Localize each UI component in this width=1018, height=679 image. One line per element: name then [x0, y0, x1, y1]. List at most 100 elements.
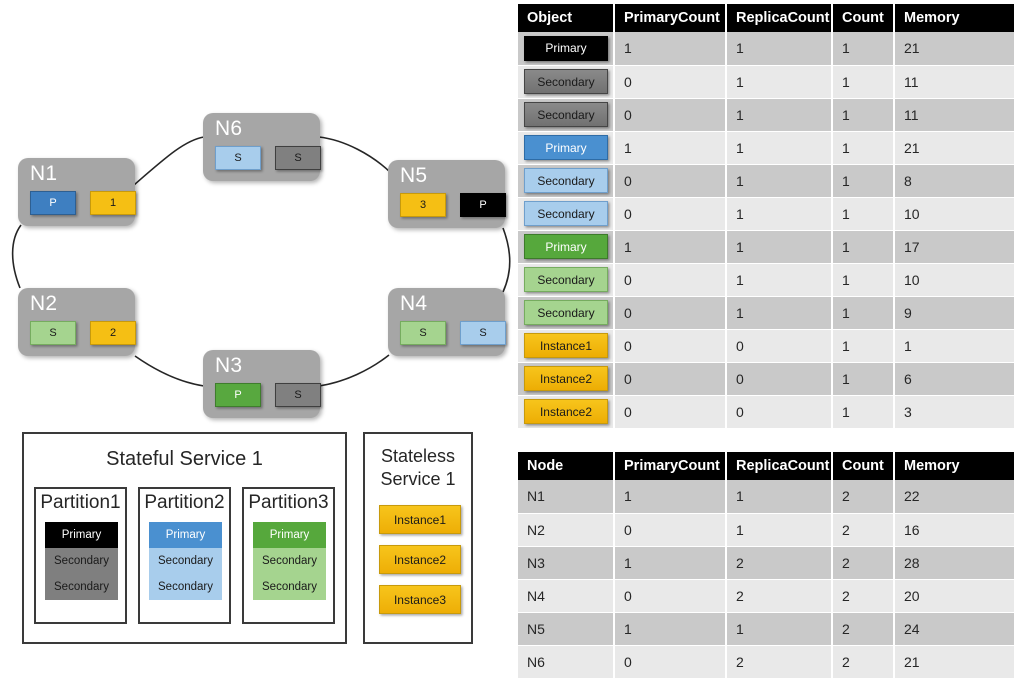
cell-primary-count: 0 [614, 164, 727, 198]
cell-object: Secondary [518, 263, 615, 297]
cell-count: 2 [832, 579, 895, 613]
object-chip[interactable]: Secondary [524, 102, 608, 127]
replica-stack: Primary Secondary Secondary [45, 522, 118, 600]
cluster-node-n6[interactable]: N6 S S [203, 113, 321, 181]
object-chip[interactable]: Secondary [524, 300, 608, 325]
ring-edge-n2-n1 [11, 224, 22, 289]
table-row[interactable]: Primary 1 1 1 21 [518, 131, 1014, 165]
table-row[interactable]: Secondary 0 1 1 11 [518, 98, 1014, 132]
cell-count: 1 [832, 98, 895, 132]
column-header-replicacount[interactable]: ReplicaCount [726, 452, 833, 480]
table-row[interactable]: Instance1 0 0 1 1 [518, 329, 1014, 363]
cell-count: 1 [832, 32, 895, 66]
column-header-replicacount[interactable]: ReplicaCount [726, 4, 833, 32]
instance-chip-1[interactable]: Instance1 [379, 505, 461, 534]
table-row[interactable]: N2 0 1 2 16 [518, 513, 1014, 547]
cell-replica-count: 1 [726, 131, 833, 165]
replica-secondary[interactable]: Secondary [45, 548, 118, 574]
object-chip[interactable]: Instance1 [524, 333, 608, 358]
replica-secondary[interactable]: Secondary [149, 574, 222, 600]
cell-object: Secondary [518, 164, 615, 198]
object-chip[interactable]: Secondary [524, 69, 608, 94]
cell-object: Secondary [518, 65, 615, 99]
node-chip[interactable]: S [215, 146, 261, 170]
object-chip[interactable]: Secondary [524, 168, 608, 193]
table-row[interactable]: Secondary 0 1 1 9 [518, 296, 1014, 330]
column-header-memory[interactable]: Memory [894, 452, 1014, 480]
node-table: Node PrimaryCount ReplicaCount Count Memory … [518, 452, 1014, 679]
replica-primary[interactable]: Primary [149, 522, 222, 548]
column-header-count[interactable]: Count [832, 4, 895, 32]
column-header-node[interactable]: Node [518, 452, 615, 480]
cell-memory: 11 [894, 98, 1014, 132]
replica-stack: Primary Secondary Secondary [149, 522, 222, 600]
cluster-node-n5[interactable]: N5 3 P [388, 160, 506, 228]
instance-chip-2[interactable]: Instance2 [379, 545, 461, 574]
column-header-primarycount[interactable]: PrimaryCount [614, 452, 727, 480]
table-row[interactable]: Secondary 0 1 1 10 [518, 197, 1014, 231]
replica-secondary[interactable]: Secondary [45, 574, 118, 600]
cell-memory: 22 [894, 480, 1014, 514]
replica-secondary[interactable]: Secondary [149, 548, 222, 574]
object-chip[interactable]: Secondary [524, 267, 608, 292]
node-chip[interactable]: P [215, 383, 261, 407]
table-row[interactable]: N5 1 1 2 24 [518, 612, 1014, 646]
column-header-object[interactable]: Object [518, 4, 615, 32]
object-chip[interactable]: Primary [524, 35, 608, 61]
cell-object: Primary [518, 32, 615, 66]
table-row[interactable]: N4 0 2 2 20 [518, 579, 1014, 613]
node-chip[interactable]: S [460, 321, 506, 345]
cell-replica-count: 0 [726, 395, 833, 429]
table-row[interactable]: Secondary 0 1 1 11 [518, 65, 1014, 99]
ring-edge-n4-n3 [318, 354, 390, 387]
instance-chip-3[interactable]: Instance3 [379, 585, 461, 614]
table-row[interactable]: Secondary 0 1 1 8 [518, 164, 1014, 198]
node-chips: P1 [30, 191, 136, 215]
table-row[interactable]: Secondary 0 1 1 10 [518, 263, 1014, 297]
partition-box-2[interactable]: Partition2 Primary Secondary Secondary [138, 487, 231, 624]
object-chip[interactable]: Secondary [524, 201, 608, 226]
node-chip[interactable]: 3 [400, 193, 446, 217]
cell-memory: 28 [894, 546, 1014, 580]
partition-box-3[interactable]: Partition3 Primary Secondary Secondary [242, 487, 335, 624]
cell-replica-count: 2 [726, 579, 833, 613]
object-chip[interactable]: Primary [524, 234, 608, 259]
replica-primary[interactable]: Primary [45, 522, 118, 548]
node-chip[interactable]: P [460, 193, 506, 217]
cell-primary-count: 0 [614, 197, 727, 231]
replica-secondary[interactable]: Secondary [253, 548, 326, 574]
node-chip[interactable]: S [275, 383, 321, 407]
column-header-count[interactable]: Count [832, 452, 895, 480]
table-row[interactable]: Instance2 0 0 1 6 [518, 362, 1014, 396]
partition-box-1[interactable]: Partition1 Primary Secondary Secondary [34, 487, 127, 624]
object-chip[interactable]: Instance2 [524, 399, 608, 424]
node-chip[interactable]: S [275, 146, 321, 170]
cell-replica-count: 1 [726, 480, 833, 514]
cluster-node-n2[interactable]: N2 S 2 [18, 288, 136, 356]
table-row[interactable]: Primary 1 1 1 21 [518, 32, 1014, 66]
node-chips: S2 [30, 321, 136, 345]
cluster-node-n3[interactable]: N3 P S [203, 350, 321, 418]
node-chip[interactable]: S [30, 321, 76, 345]
node-chip[interactable]: S [400, 321, 446, 345]
column-header-memory[interactable]: Memory [894, 4, 1014, 32]
node-chip[interactable]: 1 [90, 191, 136, 215]
table-row[interactable]: Instance2 0 0 1 3 [518, 395, 1014, 429]
replica-primary[interactable]: Primary [253, 522, 326, 548]
table-row[interactable]: N1 1 1 2 22 [518, 480, 1014, 514]
node-chip[interactable]: P [30, 191, 76, 215]
object-chip[interactable]: Primary [524, 135, 608, 160]
cluster-node-n4[interactable]: N4 S S [388, 288, 506, 356]
replica-secondary[interactable]: Secondary [253, 574, 326, 600]
cluster-node-n1[interactable]: N1 P 1 [18, 158, 136, 226]
object-chip[interactable]: Instance2 [524, 366, 608, 391]
node-chip[interactable]: 2 [90, 321, 136, 345]
cell-memory: 16 [894, 513, 1014, 547]
column-header-primarycount[interactable]: PrimaryCount [614, 4, 727, 32]
cell-memory: 3 [894, 395, 1014, 429]
cell-memory: 21 [894, 131, 1014, 165]
table-row[interactable]: Primary 1 1 1 17 [518, 230, 1014, 264]
object-table-header-row: Object PrimaryCount ReplicaCount Count Memor… [518, 4, 1014, 32]
table-row[interactable]: N3 1 2 2 28 [518, 546, 1014, 580]
cell-primary-count: 1 [614, 612, 727, 646]
